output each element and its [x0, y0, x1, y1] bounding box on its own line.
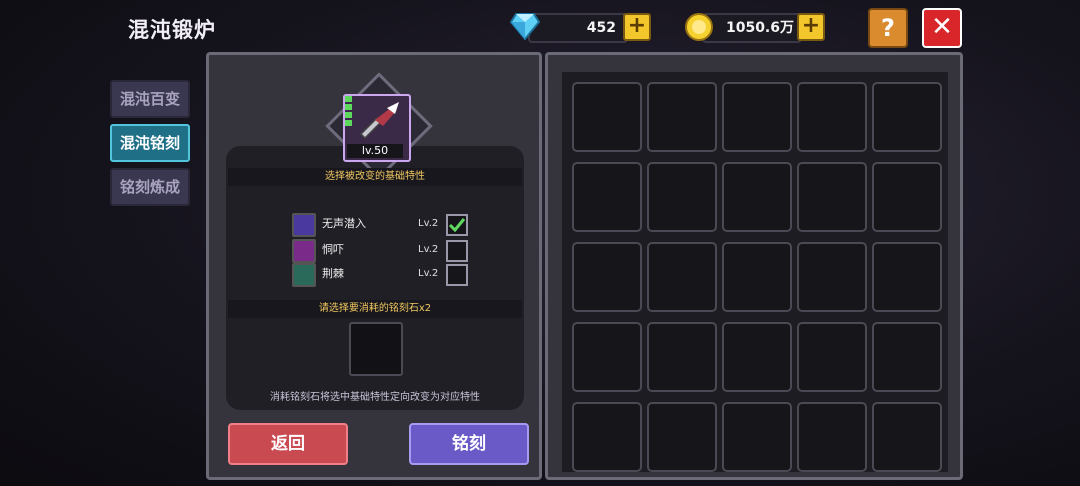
- trait-row[interactable]: 恫吓 Lv.2: [290, 238, 470, 263]
- trait-name: 荆棘: [322, 267, 344, 280]
- item-level: lv.50: [347, 144, 403, 158]
- rune-markers-icon: [345, 96, 353, 130]
- engrave-stone-slot[interactable]: [349, 322, 403, 376]
- close-button[interactable]: ✕: [922, 8, 962, 48]
- inventory-slot[interactable]: [647, 322, 717, 392]
- inventory-slot[interactable]: [722, 242, 792, 312]
- tab-chaos-engrave[interactable]: 混沌铭刻: [110, 124, 190, 162]
- intimidate-trait-icon: [292, 239, 316, 263]
- gold-coin-icon: [685, 13, 713, 41]
- check-icon: [448, 218, 466, 233]
- inventory-slot[interactable]: [872, 82, 942, 152]
- inventory-slot[interactable]: [872, 322, 942, 392]
- weapon-icon: [359, 102, 399, 140]
- inventory-grid: [562, 72, 948, 472]
- thorns-trait-icon: [292, 263, 316, 287]
- inventory-slot[interactable]: [647, 242, 717, 312]
- inventory-slot[interactable]: [797, 242, 867, 312]
- gem-count: 452: [586, 20, 616, 36]
- trait-row[interactable]: 荆棘 Lv.2: [290, 262, 470, 287]
- inventory-slot[interactable]: [722, 82, 792, 152]
- inventory-slot[interactable]: [872, 402, 942, 472]
- inventory-slot[interactable]: [797, 322, 867, 392]
- gold-count: 1050.6万: [725, 20, 794, 36]
- inventory-slot[interactable]: [722, 402, 792, 472]
- trait-level: Lv.2: [418, 218, 439, 229]
- inventory-slot[interactable]: [647, 402, 717, 472]
- inventory-slot[interactable]: [722, 322, 792, 392]
- inventory-slot[interactable]: [797, 162, 867, 232]
- help-button[interactable]: ?: [868, 8, 908, 48]
- inventory-slot[interactable]: [797, 402, 867, 472]
- tab-chaos-transform[interactable]: 混沌百变: [110, 80, 190, 118]
- select-trait-prompt: 选择被改变的基础特性: [228, 168, 522, 186]
- inventory-slot[interactable]: [722, 162, 792, 232]
- engrave-button[interactable]: 铭刻: [409, 423, 529, 465]
- inventory-slot[interactable]: [572, 242, 642, 312]
- stealth-trait-icon: [292, 213, 316, 237]
- trait-checkbox[interactable]: [446, 240, 468, 262]
- page-title: 混沌锻炉: [128, 18, 216, 42]
- inventory-slot[interactable]: [647, 82, 717, 152]
- trait-row[interactable]: 无声潜入 Lv.2: [290, 212, 470, 237]
- trait-level: Lv.2: [418, 244, 439, 255]
- trait-checkbox[interactable]: [446, 214, 468, 236]
- inventory-slot[interactable]: [572, 82, 642, 152]
- inventory-slot[interactable]: [872, 242, 942, 312]
- back-button[interactable]: 返回: [228, 423, 348, 465]
- gem-counter: 452: [528, 13, 628, 43]
- inventory-slot[interactable]: [572, 162, 642, 232]
- trait-level: Lv.2: [418, 268, 439, 279]
- item-frame[interactable]: lv.50: [325, 72, 433, 180]
- inventory-slot[interactable]: [572, 322, 642, 392]
- trait-checkbox[interactable]: [446, 264, 468, 286]
- inventory-slot[interactable]: [872, 162, 942, 232]
- inventory-slot[interactable]: [797, 82, 867, 152]
- add-gems-button[interactable]: +: [623, 13, 651, 41]
- trait-name: 无声潜入: [322, 217, 366, 230]
- trait-name: 恫吓: [322, 243, 344, 256]
- inventory-slot[interactable]: [572, 402, 642, 472]
- engrave-description: 消耗铭刻石将选中基础特性定向改变为对应特性: [270, 392, 480, 403]
- inventory-slot[interactable]: [647, 162, 717, 232]
- stone-prompt: 请选择要消耗的铭刻石x2: [228, 300, 522, 318]
- add-gold-button[interactable]: +: [797, 13, 825, 41]
- diamond-icon: [510, 13, 540, 40]
- gold-counter: 1050.6万: [702, 13, 802, 43]
- tab-engrave-refine[interactable]: 铭刻炼成: [110, 168, 190, 206]
